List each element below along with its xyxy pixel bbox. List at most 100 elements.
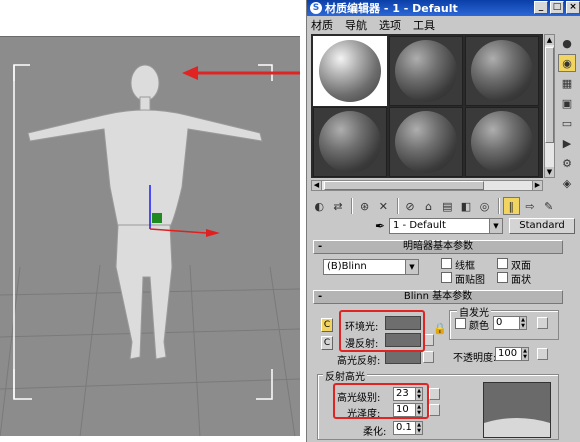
lock-icon[interactable]: 🔒: [433, 322, 447, 335]
scroll-left-icon[interactable]: ◀: [312, 181, 322, 190]
sample-type-sphere-icon[interactable]: ●: [558, 34, 576, 52]
character-mesh[interactable]: [27, 64, 263, 360]
opacity-label: 不透明度:: [453, 353, 497, 364]
chevron-down-icon[interactable]: ▼: [405, 260, 418, 274]
scroll-up-icon[interactable]: ▲: [545, 35, 554, 45]
sample-slot[interactable]: [465, 107, 539, 177]
highlight-box-colors: [339, 310, 425, 352]
opacity-spinner[interactable]: 100 ▲ ▼: [495, 347, 529, 361]
collapse-icon[interactable]: -: [318, 241, 322, 253]
spinner-arrows-icon[interactable]: ▲ ▼: [415, 422, 422, 434]
material-ball: [319, 40, 381, 102]
faceted-label: 面状: [511, 275, 531, 286]
material-name-text: 1 - Default: [393, 220, 446, 231]
opacity-map-button[interactable]: [537, 348, 548, 360]
backlight-icon[interactable]: ◉: [558, 54, 576, 72]
sample-slot[interactable]: [389, 107, 463, 177]
select-by-material-icon[interactable]: ◈: [558, 174, 576, 192]
specular-label: 高光反射:: [337, 356, 381, 367]
assign-to-selection-icon[interactable]: ⊛: [356, 197, 373, 215]
spinner-arrows-icon[interactable]: ▲ ▼: [519, 317, 526, 329]
scroll-right-icon[interactable]: ▶: [532, 181, 542, 190]
soften-spinner[interactable]: 0.1 ▲ ▼: [393, 421, 423, 435]
opacity-value: 100: [498, 348, 518, 359]
annotation-arrow: [182, 66, 300, 80]
menu-material[interactable]: 材质: [311, 17, 333, 33]
wire-checkbox[interactable]: [441, 258, 452, 269]
video-color-check-icon[interactable]: ▭: [558, 114, 576, 132]
chevron-down-icon[interactable]: ▼: [489, 219, 502, 233]
sample-slot[interactable]: [313, 107, 387, 177]
eyedropper-icon[interactable]: ✒: [375, 219, 385, 233]
specular-color-swatch[interactable]: [385, 350, 421, 364]
options-icon[interactable]: ⚙: [558, 154, 576, 172]
self-illum-spinner[interactable]: 0 ▲ ▼: [493, 316, 527, 330]
material-editor-window: S 材质编辑器 - 1 - Default _ □ × 材质 导航 选项 工具 …: [306, 0, 580, 442]
highlight-box-specular: [333, 383, 429, 419]
put-to-scene-icon[interactable]: ⇄: [330, 197, 347, 215]
self-illum-color-label: 颜色: [469, 321, 489, 332]
maximize-button[interactable]: □: [550, 1, 564, 14]
reset-map-icon[interactable]: ✕: [375, 197, 392, 215]
slots-vertical-scrollbar[interactable]: ▲ ▼: [544, 34, 555, 178]
spinner-arrows-icon[interactable]: ▲ ▼: [521, 348, 528, 360]
face-map-label: 面贴图: [455, 275, 485, 286]
viewport-scene: [0, 64, 300, 436]
menu-options[interactable]: 选项: [379, 17, 401, 33]
self-illum-value: 0: [496, 317, 503, 328]
two-sided-checkbox[interactable]: [497, 258, 508, 269]
put-to-library-icon[interactable]: ⌂: [420, 197, 437, 215]
specular-map-button[interactable]: [423, 351, 434, 363]
go-forward-sibling-icon[interactable]: ⇨: [522, 197, 539, 215]
material-effects-channel-icon[interactable]: ▤: [439, 197, 456, 215]
rollout-title: Blinn 基本参数: [403, 291, 473, 302]
scroll-thumb[interactable]: [545, 47, 554, 143]
face-map-checkbox[interactable]: [441, 272, 452, 283]
shader-type-select[interactable]: (B)Blinn ▼: [323, 259, 419, 275]
get-material-icon[interactable]: ◐: [311, 197, 328, 215]
material-ball: [319, 111, 381, 173]
minimize-button[interactable]: _: [534, 1, 548, 14]
rollout-blinn-basic[interactable]: - Blinn 基本参数: [313, 290, 563, 304]
title-bar[interactable]: S 材质编辑器 - 1 - Default _ □ ×: [307, 0, 580, 16]
scroll-thumb[interactable]: [324, 181, 484, 190]
rollout-shader-basic[interactable]: - 明暗器基本参数: [313, 240, 563, 254]
show-end-result-icon[interactable]: ◎: [476, 197, 493, 215]
material-ball: [395, 111, 457, 173]
show-map-in-viewport-icon[interactable]: ◧: [458, 197, 475, 215]
self-illum-color-checkbox[interactable]: [455, 318, 466, 329]
ground-grid: [0, 264, 300, 436]
glossiness-map-button[interactable]: [429, 404, 440, 416]
diffuse-specular-lock-button[interactable]: C: [321, 336, 333, 350]
menu-navigation[interactable]: 导航: [345, 17, 367, 33]
ambient-diffuse-lock-button[interactable]: C: [321, 318, 333, 332]
slots-horizontal-scrollbar[interactable]: ◀ ▶: [311, 180, 543, 191]
material-ball: [471, 40, 533, 102]
soften-value: 0.1: [396, 422, 412, 433]
sample-uv-tiling-icon[interactable]: ▣: [558, 94, 576, 112]
material-ball: [471, 111, 533, 173]
material-name-field[interactable]: 1 - Default ▼: [389, 218, 503, 234]
make-unique-icon[interactable]: ⊘: [402, 197, 419, 215]
scroll-down-icon[interactable]: ▼: [545, 167, 554, 177]
close-button[interactable]: ×: [566, 1, 580, 14]
faceted-checkbox[interactable]: [497, 272, 508, 283]
side-toolbar: ● ◉ ▦ ▣ ▭ ▶ ⚙ ◈: [558, 34, 578, 194]
perspective-viewport[interactable]: [0, 36, 300, 436]
specular-level-map-button[interactable]: [429, 388, 440, 400]
two-sided-label: 双面: [511, 261, 531, 272]
sample-slot[interactable]: [389, 36, 463, 106]
material-name-row: ✒ 1 - Default ▼ Standard: [311, 218, 577, 236]
sample-slot[interactable]: [313, 36, 387, 106]
material-type-button[interactable]: Standard: [509, 218, 575, 234]
background-checker-icon[interactable]: ▦: [558, 74, 576, 92]
pick-material-icon[interactable]: ✎: [540, 197, 557, 215]
shader-type-text: (B)Blinn: [327, 261, 367, 272]
toolbar-separator: [396, 198, 399, 214]
go-to-parent-icon[interactable]: ‖: [502, 197, 520, 215]
sample-slot[interactable]: [465, 36, 539, 106]
make-preview-icon[interactable]: ▶: [558, 134, 576, 152]
collapse-icon[interactable]: -: [318, 291, 322, 303]
menu-tools[interactable]: 工具: [413, 17, 435, 33]
self-illum-map-button[interactable]: [537, 317, 548, 329]
